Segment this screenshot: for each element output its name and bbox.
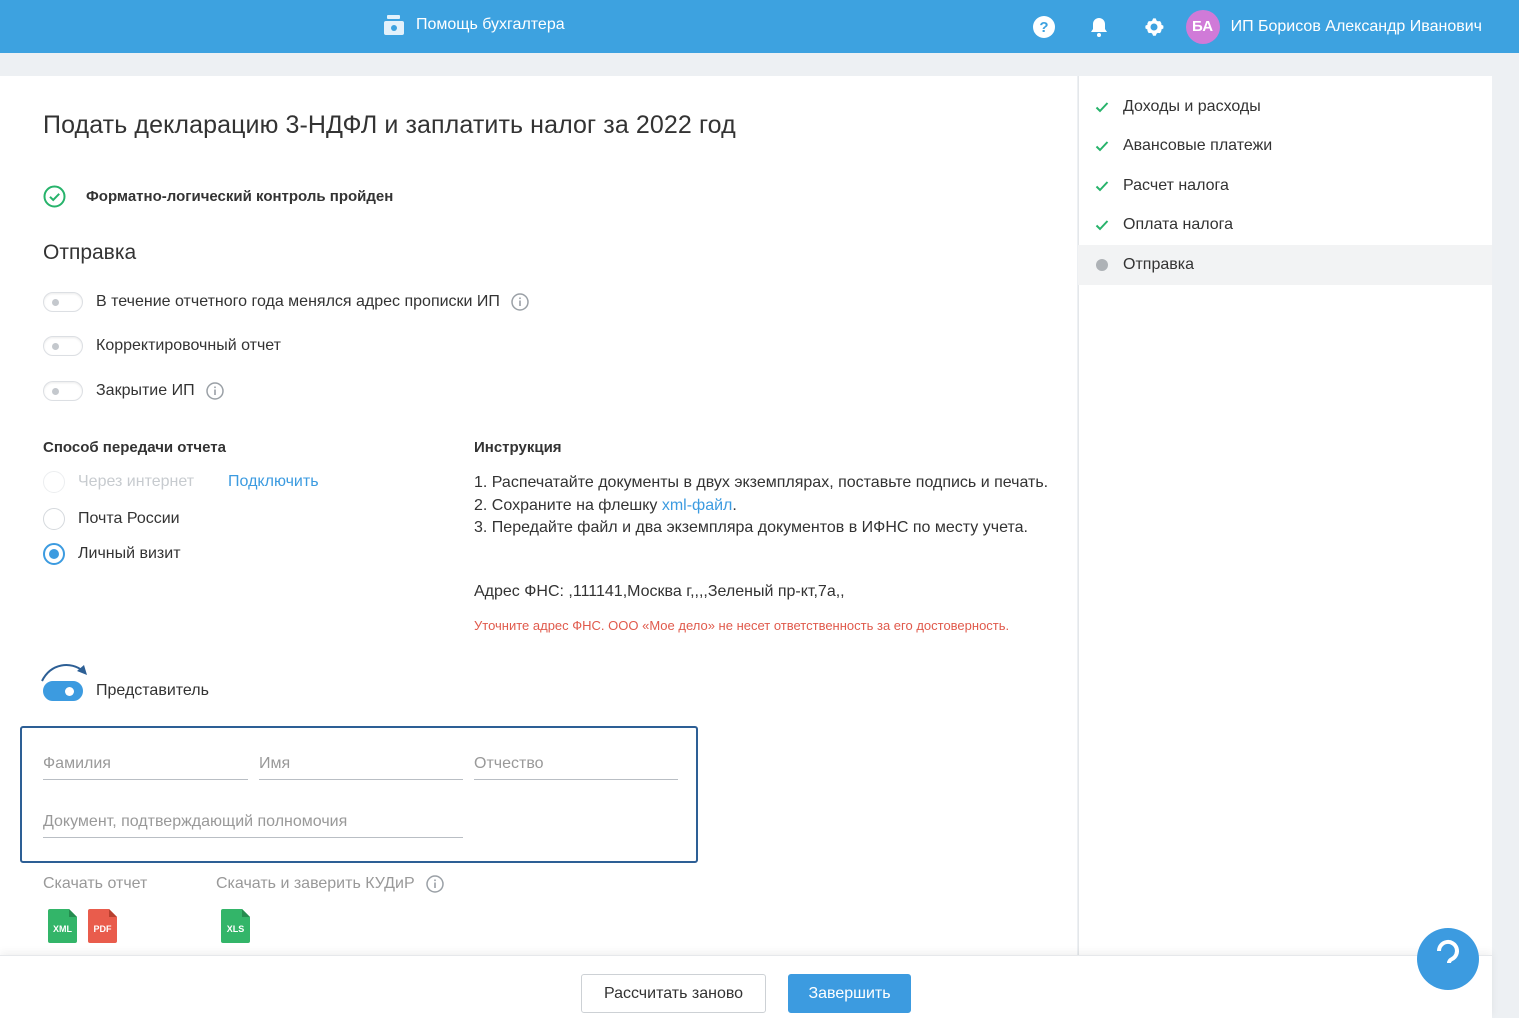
representative-row: Представитель — [43, 681, 209, 701]
checkmark-icon — [1095, 218, 1109, 232]
internet-radio — [43, 471, 65, 493]
info-icon[interactable] — [205, 382, 224, 400]
user-name[interactable]: ИП Борисов Александр Иванович — [1231, 18, 1482, 36]
step-tax-payment[interactable]: Оплата налога — [1078, 206, 1492, 246]
current-step-dot-icon — [1095, 258, 1109, 272]
connect-link[interactable]: Подключить — [228, 473, 318, 491]
instruction-step-2: 2. Сохраните на флешку xml-файл. — [474, 495, 1064, 518]
pdf-file-label: PDF — [94, 924, 113, 934]
closing-label: Закрытие ИП — [96, 382, 195, 399]
settings-gear-icon[interactable] — [1142, 15, 1166, 39]
instruction-step-1: 1. Распечатайте документы в двух экземпл… — [474, 474, 1049, 491]
name-input[interactable] — [259, 750, 463, 778]
download-kudir-label: Скачать и заверить КУДиР — [216, 875, 415, 892]
representative-toggle[interactable] — [43, 681, 83, 701]
transfer-visit-option[interactable]: Личный визит — [43, 543, 181, 565]
flk-status-text: Форматно-логический контроль пройден — [86, 188, 394, 205]
visit-label: Личный визит — [78, 545, 181, 562]
send-heading: Отправка — [43, 241, 137, 264]
representative-form — [20, 726, 698, 863]
name-field[interactable] — [259, 750, 463, 780]
flk-status: Форматно-логический контроль пройден — [43, 185, 393, 208]
checkmark-icon — [1095, 179, 1109, 193]
question-icon — [1436, 939, 1459, 964]
instruction-label: Инструкция — [474, 439, 562, 456]
transfer-internet-option: Через интернет Подключить — [43, 471, 319, 493]
surname-input[interactable] — [43, 750, 248, 778]
user-avatar[interactable]: БА — [1185, 9, 1220, 44]
address-changed-toggle[interactable] — [43, 292, 83, 312]
checkmark-icon — [1095, 139, 1109, 153]
patronymic-field[interactable] — [474, 750, 678, 780]
download-kudir-row: Скачать и заверить КУДиР — [216, 875, 444, 893]
step-label: Отправка — [1123, 255, 1194, 273]
step-sending[interactable]: Отправка — [1078, 245, 1492, 285]
info-icon[interactable] — [511, 293, 529, 311]
closing-row: Закрытие ИП — [43, 381, 224, 401]
page-gutter — [1492, 76, 1519, 1018]
help-chat-button[interactable] — [1417, 928, 1479, 990]
step-advance-payments[interactable]: Авансовые платежи — [1078, 127, 1492, 167]
patronymic-input[interactable] — [474, 750, 678, 778]
step-label: Оплата налога — [1123, 216, 1234, 234]
surname-field[interactable] — [43, 750, 248, 780]
instruction-list: 1. Распечатайте документы в двух экземпл… — [474, 472, 1064, 540]
address-changed-row: В течение отчетного года менялся адрес п… — [43, 292, 529, 312]
info-icon[interactable] — [425, 875, 444, 893]
step-label: Доходы и расходы — [1123, 97, 1261, 115]
finish-button[interactable]: Завершить — [788, 974, 911, 1013]
closing-toggle[interactable] — [43, 381, 83, 401]
representative-label: Представитель — [96, 682, 209, 699]
xml-file-label: XML — [53, 924, 73, 934]
instruction-step-2-suffix: . — [732, 496, 737, 514]
transfer-method-label: Способ передачи отчета — [43, 439, 226, 456]
top-bar: Помощь бухгалтера ? БА ИП Борисов Алекса… — [0, 0, 1519, 53]
steps-list: Доходы и расходы Авансовые платежи Расче… — [1078, 87, 1492, 285]
internet-label: Через интернет — [78, 473, 195, 490]
xls-file-icon[interactable]: XLS — [221, 909, 250, 943]
step-label: Авансовые платежи — [1123, 137, 1273, 155]
address-changed-label: В течение отчетного года менялся адрес п… — [96, 293, 500, 310]
document-input[interactable] — [43, 808, 463, 836]
step-label: Расчет налога — [1123, 176, 1229, 194]
accountant-help-label: Помощь бухгалтера — [416, 16, 565, 33]
transfer-post-option[interactable]: Почта России — [43, 508, 180, 530]
correction-row: Корректировочный отчет — [43, 336, 281, 356]
page-title: Подать декларацию 3-НДФЛ и заплатить нал… — [43, 111, 736, 139]
pdf-file-icon[interactable]: PDF — [88, 909, 117, 943]
step-tax-calculation[interactable]: Расчет налога — [1078, 166, 1492, 206]
visit-radio[interactable] — [43, 543, 65, 565]
cash-register-icon — [384, 15, 404, 35]
xml-file-icon[interactable]: XML — [48, 909, 77, 943]
post-radio[interactable] — [43, 508, 65, 530]
correction-toggle[interactable] — [43, 336, 83, 356]
instruction-step-2-prefix: 2. Сохраните на флешку — [474, 496, 662, 514]
fns-address-warning: Уточните адрес ФНС. ООО «Мое дело» не не… — [474, 618, 1010, 633]
help-icon[interactable]: ? — [1032, 15, 1056, 39]
step-income-expenses[interactable]: Доходы и расходы — [1078, 87, 1492, 127]
xml-file-link[interactable]: xml-файл — [662, 497, 733, 514]
recalculate-button[interactable]: Рассчитать заново — [581, 974, 766, 1013]
instruction-step-3: 3. Передайте файл и два экземпляра докум… — [474, 519, 1028, 536]
notifications-bell-icon[interactable] — [1087, 15, 1111, 39]
xls-file-label: XLS — [227, 924, 245, 934]
post-label: Почта России — [78, 510, 180, 527]
svg-text:?: ? — [1039, 19, 1048, 36]
checkmark-icon — [1095, 100, 1109, 114]
correction-label: Корректировочный отчет — [96, 337, 281, 354]
accountant-help-link[interactable]: Помощь бухгалтера — [383, 14, 565, 36]
check-circle-icon — [43, 185, 66, 208]
download-report-label: Скачать отчет — [43, 875, 148, 892]
fns-address: Адрес ФНС: ,111141,Москва г,,,,Зеленый п… — [474, 583, 845, 600]
document-field[interactable] — [43, 808, 463, 838]
